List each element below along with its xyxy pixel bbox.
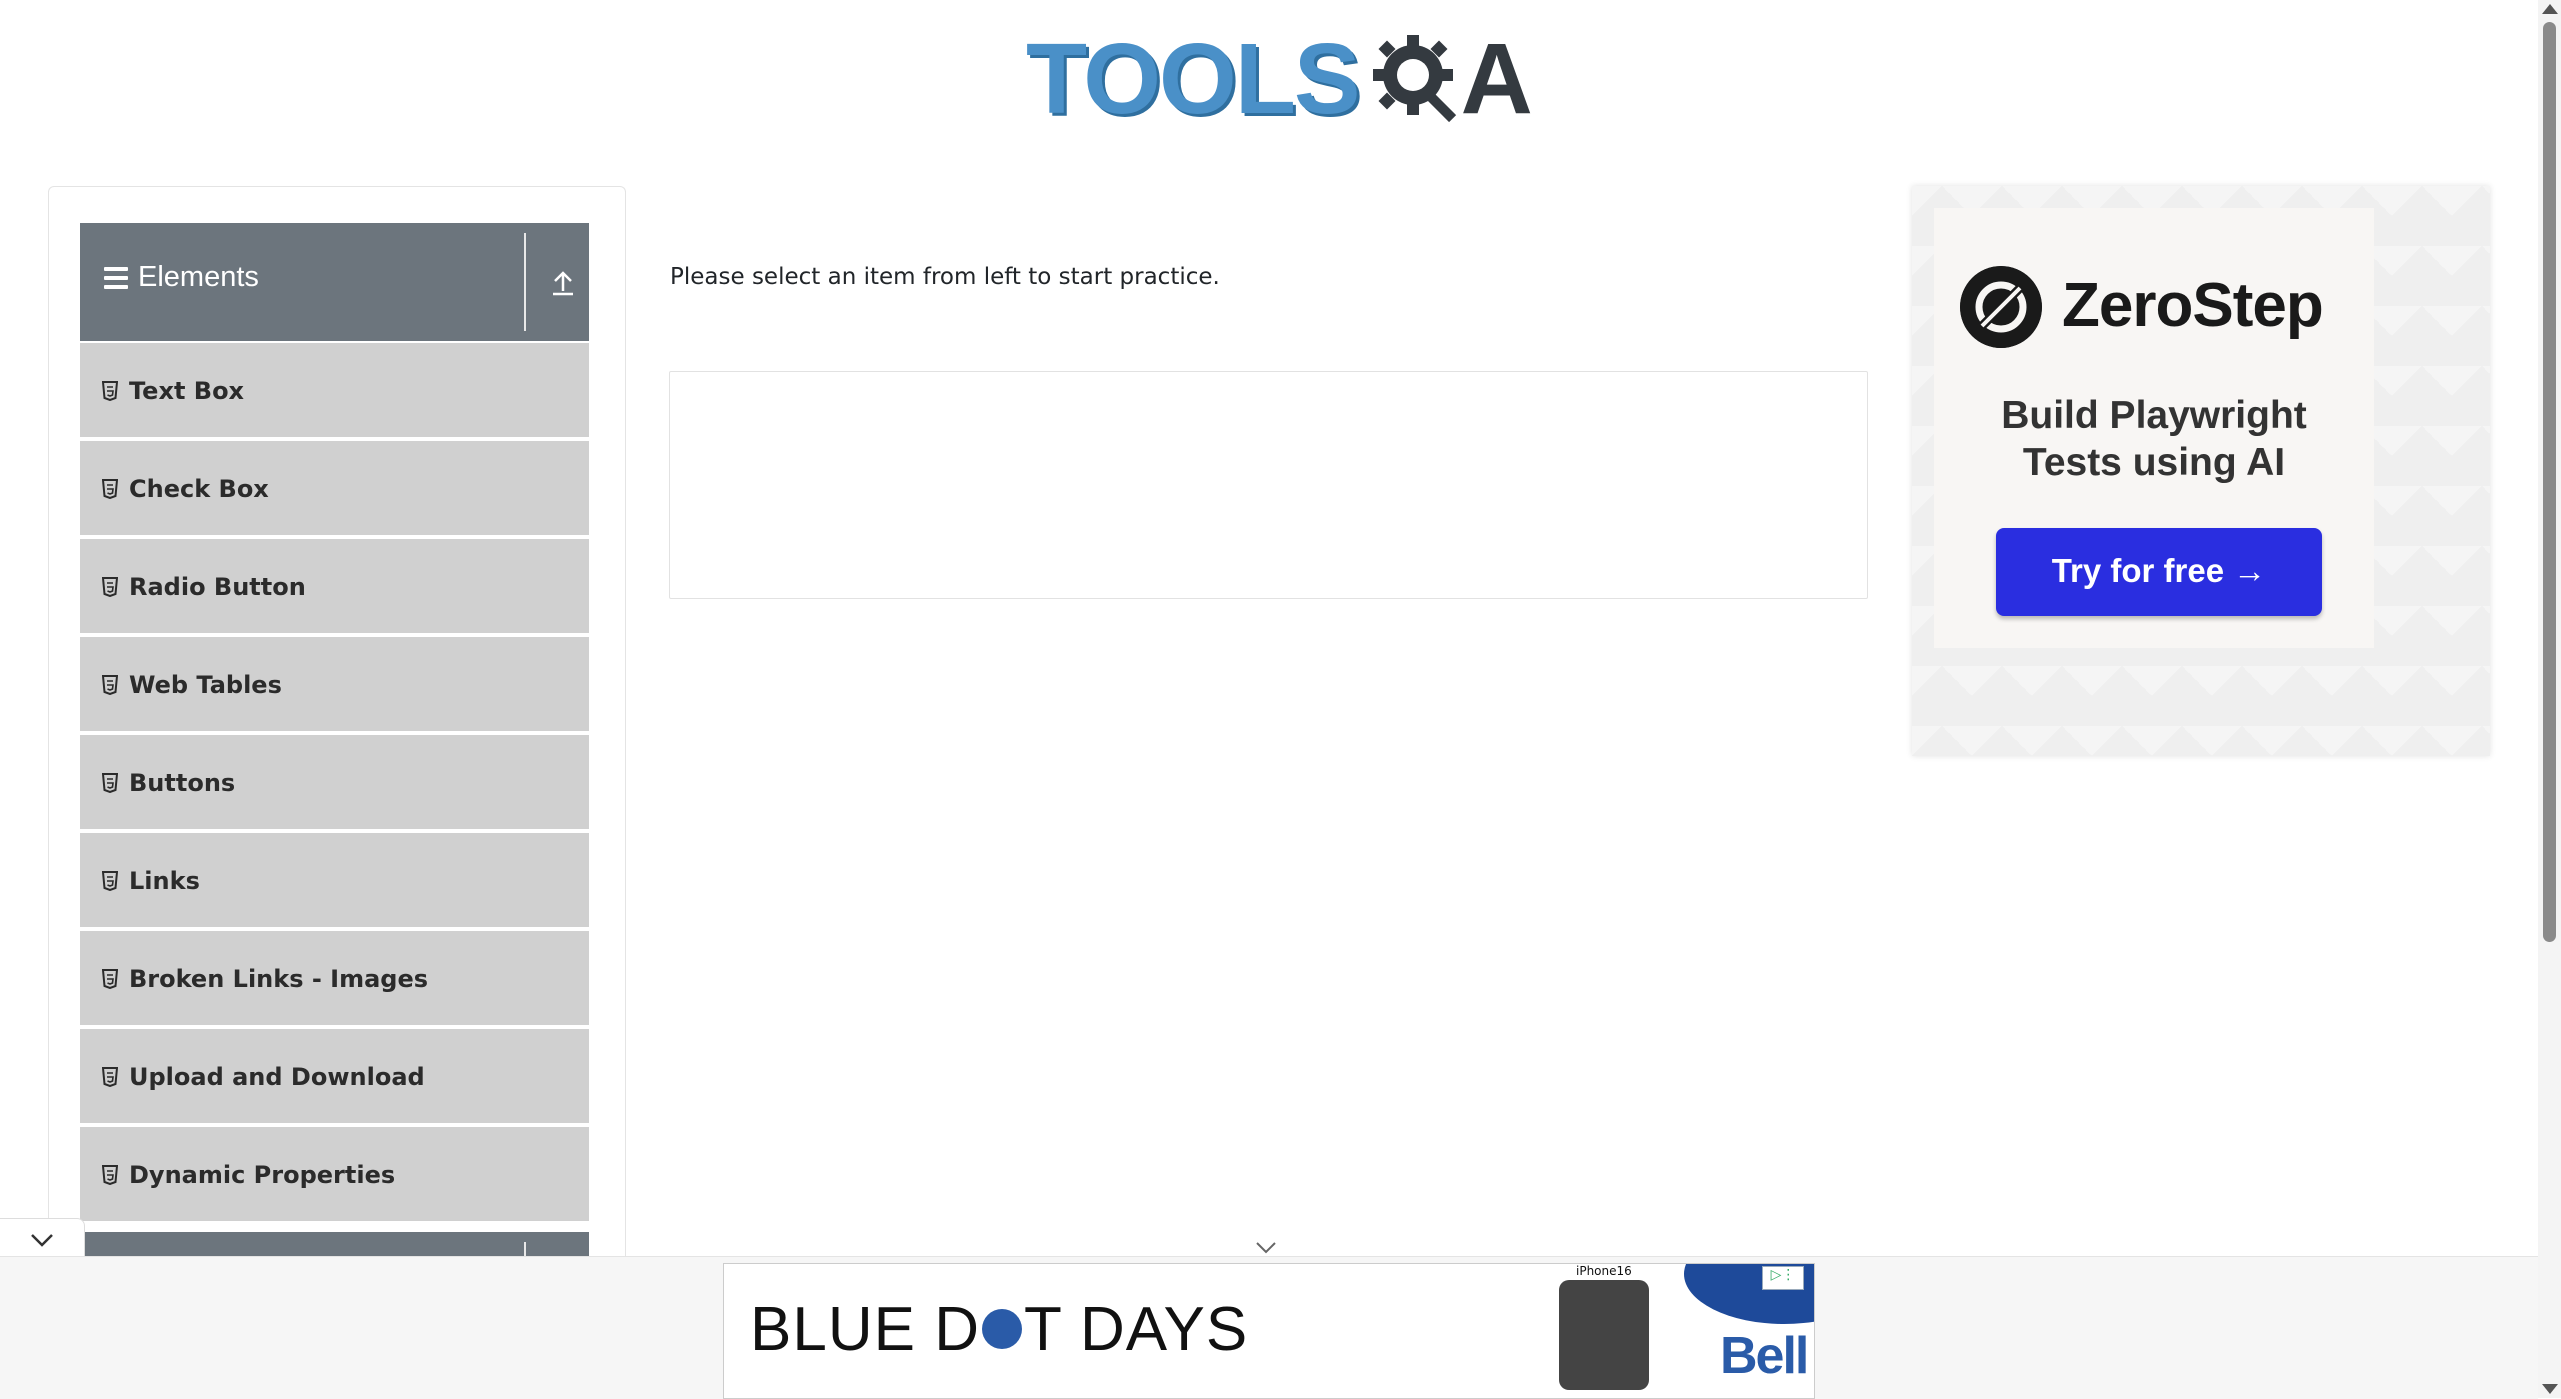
html5-icon: [102, 675, 118, 695]
sidebar-item-label: Broken Links - Images: [129, 965, 429, 993]
chevron-down-icon: [31, 1234, 53, 1247]
html5-icon: [102, 1067, 118, 1087]
ad-tagline: Build Playwright Tests using AI: [1934, 392, 2374, 486]
html5-icon: [102, 773, 118, 793]
sidebar-item-label: Web Tables: [129, 671, 282, 699]
sidebar-item-dynamic-properties[interactable]: Dynamic Properties: [80, 1127, 589, 1223]
sidebar-item-web-tables[interactable]: Web Tables: [80, 637, 589, 733]
collapse-up-icon[interactable]: [550, 267, 576, 297]
sidebar-item-upload-download[interactable]: Upload and Download: [80, 1029, 589, 1125]
try-for-free-button[interactable]: Try for free →: [1996, 528, 2322, 616]
sidebar-item-label: Links: [129, 867, 200, 895]
ad-tagline-line1: Build Playwright: [2001, 394, 2307, 437]
logo-text-a: A: [1460, 22, 1533, 135]
gear-magnifier-icon: [1372, 35, 1456, 123]
sidebar-item-label: Text Box: [129, 377, 245, 405]
elements-group-header[interactable]: Elements: [80, 223, 589, 341]
practice-prompt: Please select an item from left to start…: [670, 264, 1220, 290]
sidebar-item-broken-links[interactable]: Broken Links - Images: [80, 931, 589, 1027]
sidebar-item-text-box[interactable]: Text Box: [80, 343, 589, 439]
html5-icon: [102, 1165, 118, 1185]
ad-brand: Bell: [1720, 1327, 1809, 1385]
ad-brand-name: ZeroStep: [2062, 271, 2324, 340]
product-label: iPhone16: [1576, 1264, 1632, 1278]
sidebar-item-check-box[interactable]: Check Box: [80, 441, 589, 537]
sidebar-item-label: Dynamic Properties: [129, 1161, 396, 1189]
hamburger-icon: [104, 267, 128, 291]
sidebar-item-links[interactable]: Links: [80, 833, 589, 929]
sidebar-item-buttons[interactable]: Buttons: [80, 735, 589, 831]
adchoices-icon[interactable]: ▷⋮: [1762, 1266, 1804, 1290]
header-divider: [524, 233, 526, 331]
zerostep-logo-icon: [1960, 266, 2042, 348]
sidebar-item-label: Radio Button: [129, 573, 306, 601]
blue-dot-icon: [981, 1308, 1022, 1349]
ad-tagline-line2: Tests using AI: [2022, 441, 2286, 484]
chevron-down-icon[interactable]: [1254, 1240, 1278, 1256]
site-logo[interactable]: TOOLS A: [1026, 20, 1533, 138]
page-scrollbar[interactable]: [2538, 0, 2561, 1398]
html5-icon: [102, 577, 118, 597]
html5-icon: [102, 381, 118, 401]
ad-headline-part1: BLUE D: [750, 1295, 980, 1364]
sidebar-item-radio-button[interactable]: Radio Button: [80, 539, 589, 635]
html5-icon: [102, 479, 118, 499]
html5-icon: [102, 871, 118, 891]
phone-image: [1559, 1280, 1649, 1390]
sidebar-item-label: Upload and Download: [129, 1063, 425, 1091]
scrollbar-thumb[interactable]: [2543, 22, 2556, 942]
sidebar-item-label: Buttons: [129, 769, 236, 797]
group-title: Elements: [138, 261, 259, 293]
sidebar-item-label: Check Box: [129, 475, 269, 503]
next-group-header[interactable]: [80, 1232, 589, 1257]
ad-headline-part2: T DAYS: [1023, 1295, 1249, 1364]
ad-card: ZeroStep Build Playwright Tests using AI…: [1934, 208, 2374, 648]
header-divider: [524, 1242, 526, 1257]
elements-menu: Text Box Check Box Radio Button Web Tabl…: [80, 343, 589, 1225]
scroll-up-arrow-icon[interactable]: [2542, 4, 2558, 14]
html5-icon: [102, 969, 118, 989]
scroll-down-arrow-icon[interactable]: [2542, 1384, 2558, 1394]
practice-area: [669, 371, 1868, 599]
ad-banner-bottom[interactable]: BLUE D T DAYS iPhone16 Bell ▷⋮: [723, 1263, 1815, 1399]
left-panel: Elements Text Box Check Box Radio Button…: [48, 186, 626, 1257]
ad-banner-right[interactable]: ZeroStep Build Playwright Tests using AI…: [1912, 186, 2490, 756]
logo-text-tools: TOOLS: [1026, 22, 1361, 135]
ad-headline: BLUE D T DAYS: [750, 1294, 1248, 1365]
